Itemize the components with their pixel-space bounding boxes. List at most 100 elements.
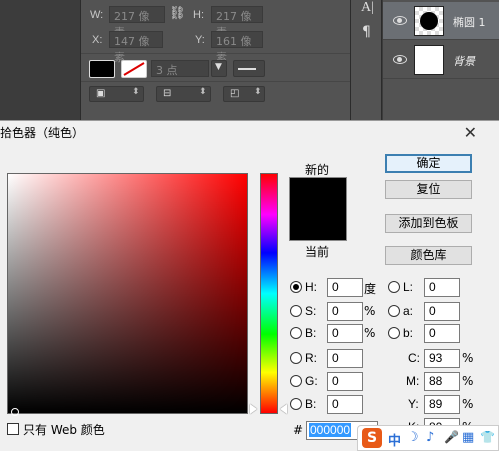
moon-icon[interactable]: ☽ <box>407 430 419 445</box>
l-label: L: <box>403 280 414 294</box>
eye-icon[interactable] <box>393 16 407 25</box>
h-label: H: <box>305 280 317 294</box>
c-label: C: <box>408 351 420 365</box>
b-input[interactable]: 0 <box>424 324 460 343</box>
h-input[interactable]: 0 <box>327 278 363 297</box>
hue-slider[interactable] <box>260 173 278 414</box>
brightness-label: B: <box>305 326 317 340</box>
y-field[interactable]: 161 像素 <box>211 31 263 64</box>
close-icon[interactable]: ✕ <box>464 123 477 142</box>
layer-name: 椭圆 1 <box>453 16 486 29</box>
updown-icon: ⬍ <box>199 87 207 97</box>
brightness-unit: % <box>364 326 376 340</box>
h-label: H: <box>193 9 204 21</box>
c-input[interactable]: 93 <box>424 349 460 368</box>
hue-arrow-left-icon[interactable] <box>250 404 257 414</box>
y-label: Y: <box>195 34 205 46</box>
r-input[interactable]: 0 <box>327 349 363 368</box>
color-picker-dialog: 拾色器（纯色） ✕ 新的 当前 确定 复位 添加到色板 颜色库 H: 0 度 S… <box>0 120 499 451</box>
sogou-logo-icon[interactable]: S <box>362 428 382 448</box>
current-color-label: 当前 <box>305 245 330 259</box>
m-unit: % <box>462 374 474 388</box>
no-stroke-icon <box>123 62 145 76</box>
layer-row[interactable]: 椭圆 1 <box>383 2 499 40</box>
microphone-icon[interactable]: 🎤 <box>444 430 459 444</box>
updown-icon: ⬍ <box>132 87 140 97</box>
layer-name: 背景 <box>453 55 475 68</box>
link-icon[interactable]: ⛓ <box>169 6 186 21</box>
color-libraries-button[interactable]: 颜色库 <box>385 246 472 265</box>
add-to-swatches-button[interactable]: 添加到色板 <box>385 214 472 233</box>
web-colors-label: 只有 Web 颜色 <box>23 423 105 437</box>
ok-button[interactable]: 确定 <box>385 154 472 173</box>
b-label: b: <box>403 326 414 340</box>
radio-g[interactable] <box>290 375 302 387</box>
m-label: M: <box>406 374 420 388</box>
g-input[interactable]: 0 <box>327 372 363 391</box>
radio-blue[interactable] <box>290 398 302 410</box>
punctuation-icon[interactable]: ♪ <box>426 430 434 445</box>
blue-input[interactable]: 0 <box>327 395 363 414</box>
a-label: a: <box>403 304 414 318</box>
align-dropdown[interactable]: ▣ ⬍ <box>89 86 144 102</box>
fill-swatch[interactable] <box>89 60 115 78</box>
arrange-icon: ◰ <box>230 88 240 99</box>
a-input[interactable]: 0 <box>424 302 460 321</box>
hue-arrow-right-icon[interactable] <box>280 404 287 414</box>
color-field[interactable] <box>7 173 248 416</box>
eye-icon[interactable] <box>393 55 407 64</box>
w-field[interactable]: 217 像素 <box>109 6 165 39</box>
x-field[interactable]: 147 像素 <box>109 31 163 64</box>
tool-strip: A| ¶ <box>350 0 382 120</box>
s-unit: % <box>364 304 376 318</box>
brightness-input[interactable]: 0 <box>327 324 363 343</box>
layer-row[interactable]: 背景 <box>383 41 499 79</box>
radio-l[interactable] <box>388 281 400 293</box>
distribute-dropdown[interactable]: ⊟ ⬍ <box>156 86 211 102</box>
y-input[interactable]: 89 <box>424 395 460 414</box>
stroke-width-dropdown[interactable]: ▼ <box>211 60 227 77</box>
chinese-mode-icon[interactable]: 中 <box>388 430 401 449</box>
skin-icon[interactable]: 👕 <box>480 430 495 444</box>
distribute-icon: ⊟ <box>163 88 172 99</box>
panel-divider <box>81 53 351 54</box>
h-unit: 度 <box>364 282 377 296</box>
c-unit: % <box>462 351 474 365</box>
s-input[interactable]: 0 <box>327 302 363 321</box>
m-input[interactable]: 88 <box>424 372 460 391</box>
w-label: W: <box>90 9 104 21</box>
new-color-swatch <box>289 177 347 210</box>
hex-hash-label: # <box>293 423 304 437</box>
radio-r[interactable] <box>290 352 302 364</box>
ellipse-shape-icon <box>420 12 438 30</box>
reset-button[interactable]: 复位 <box>385 180 472 199</box>
keyboard-icon[interactable]: ▦ <box>462 430 474 445</box>
radio-h[interactable] <box>290 281 302 293</box>
radio-s[interactable] <box>290 305 302 317</box>
l-input[interactable]: 0 <box>424 278 460 297</box>
arrange-dropdown[interactable]: ◰ ⬍ <box>223 86 265 102</box>
new-color-label: 新的 <box>305 163 330 177</box>
radio-a[interactable] <box>388 305 400 317</box>
updown-icon: ⬍ <box>254 87 262 97</box>
x-label: X: <box>92 34 103 46</box>
paragraph-icon[interactable]: ¶ <box>362 24 371 40</box>
r-label: R: <box>305 351 317 365</box>
radio-brightness[interactable] <box>290 327 302 339</box>
stroke-swatch[interactable] <box>121 60 147 78</box>
g-label: G: <box>305 374 318 388</box>
layer-thumbnail <box>414 45 444 75</box>
h-field[interactable]: 217 像素 <box>211 6 263 39</box>
hex-value: 000000 <box>309 423 352 437</box>
web-colors-checkbox[interactable] <box>7 423 19 435</box>
character-icon[interactable]: A| <box>361 0 374 16</box>
current-color-swatch[interactable] <box>289 210 347 241</box>
stroke-width-field[interactable]: 3 点 <box>151 60 209 77</box>
ime-toolbar: S 中 ☽ ♪ 🎤 ▦ 👕 <box>357 425 499 451</box>
stroke-type-dropdown[interactable] <box>233 60 265 77</box>
properties-panel: W: 217 像素 ⛓ H: 217 像素 X: 147 像素 Y: 161 像… <box>80 0 351 120</box>
color-field-marker[interactable] <box>11 408 19 416</box>
radio-b[interactable] <box>388 327 400 339</box>
layer-thumbnail <box>414 6 444 36</box>
y-label: Y: <box>408 397 419 411</box>
